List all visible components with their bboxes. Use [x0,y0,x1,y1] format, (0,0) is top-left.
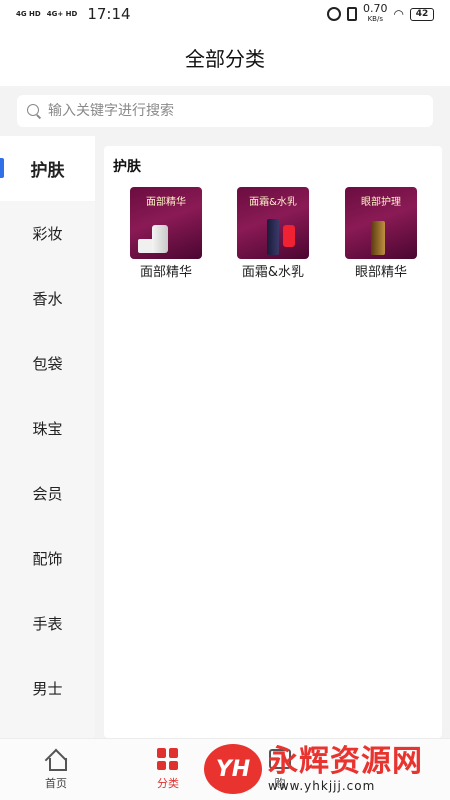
search-icon [27,103,42,119]
vibrate-icon [347,7,358,21]
network-speed: 0.70 KB/s [363,2,388,23]
sidebar-item-jewelry[interactable]: 珠宝 [0,396,95,461]
category-panel: 护肤 面部精华 面部精华 面霜&水乳 面霜&水乳 眼部护理 眼部精华 [104,146,442,738]
product-item-serum[interactable]: 面部精华 面部精华 [126,187,206,280]
product-name: 眼部精华 [354,265,407,280]
panel-title: 护肤 [113,159,141,175]
category-sidebar: 护肤 彩妆 香水 包袋 珠宝 会员 配饰 手表 男士 [0,136,95,738]
sidebar-item-watches[interactable]: 手表 [0,591,95,656]
sidebar-item-perfume[interactable]: 香水 [0,266,95,331]
sidebar-item-accessories[interactable]: 配饰 [0,526,95,591]
sidebar-item-membership[interactable]: 会员 [0,461,95,526]
alarm-icon [327,7,342,21]
watermark: YH 永辉资源网 www.yhkjjj.com [204,740,434,798]
signal-icon-2: 4G+ HD [46,10,78,18]
battery-icon: 42 [410,7,434,21]
product-thumbnail: 面霜&水乳 [237,187,309,259]
sidebar-item-skincare[interactable]: 护肤 [0,136,95,201]
signal-icon: 4G HD [16,10,41,18]
product-thumbnail: 眼部护理 [345,187,417,259]
sidebar-item-makeup[interactable]: 彩妆 [0,201,95,266]
page-header: 全部分类 [0,28,450,86]
tab-home[interactable]: 首页 [0,739,112,800]
sidebar-item-bags[interactable]: 包袋 [0,331,95,396]
page-title: 全部分类 [185,46,265,71]
search-input[interactable] [48,103,423,119]
product-item-cream-lotion[interactable]: 面霜&水乳 面霜&水乳 [233,187,313,280]
clock: 17:14 [87,5,131,23]
search-bar [0,86,450,136]
product-name: 面霜&水乳 [241,265,305,280]
search-box[interactable] [17,95,433,127]
product-name: 面部精华 [139,265,192,280]
status-bar: 4G HD 4G+ HD 17:14 0.70 KB/s ◠ 42 [0,0,450,28]
home-icon [45,749,67,771]
sidebar-item-men[interactable]: 男士 [0,656,95,721]
wifi-icon: ◠ [393,7,404,21]
grid-icon [157,748,179,770]
product-thumbnail: 面部精华 [130,187,202,259]
watermark-url: www.yhkjjj.com [268,779,376,793]
product-item-eye-serum[interactable]: 眼部护理 眼部精华 [341,187,421,280]
watermark-title: 永辉资源网 [268,744,423,779]
watermark-logo: YH [204,744,262,794]
